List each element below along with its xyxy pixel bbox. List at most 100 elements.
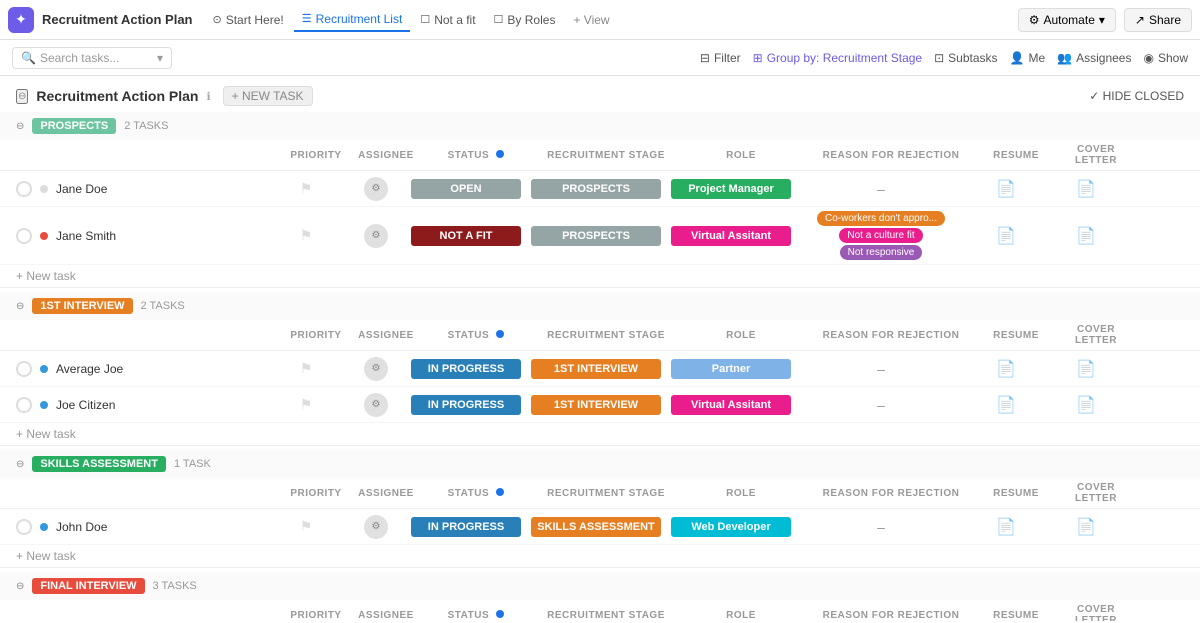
group-collapse-skills[interactable]: ⊖ [16,459,24,470]
task-rejection: – [796,517,966,537]
show-icon: ◉ [1143,51,1153,65]
info-icon[interactable]: ℹ [206,90,210,103]
task-rejection: – [796,179,966,199]
group-prospects: ⊖ PROSPECTS 2 TASKS PRIORITY ASSIGNEE ST… [0,112,1200,288]
filter-button[interactable]: ⊟ Filter [700,51,741,65]
new-task-link[interactable]: + New task [16,549,76,563]
resume-icon[interactable]: 📄 [996,179,1016,199]
automate-button[interactable]: ⚙ Automate ▾ [1018,8,1116,32]
task-assignee[interactable]: ⚙ [346,515,406,539]
assignees-button[interactable]: 👥 Assignees [1057,51,1131,65]
col-headers-prospects: PRIORITY ASSIGNEE STATUS RECRUITMENT STA… [0,140,1200,171]
role-badge: Web Developer [671,517,791,537]
priority-icon: ⚑ [300,227,313,244]
status-badge: NOT A FIT [411,226,521,246]
new-task-link[interactable]: + New task [16,427,76,441]
col-role-header: ROLE [676,150,806,161]
task-priority[interactable]: ⚑ [266,396,346,413]
me-button[interactable]: 👤 Me [1010,51,1046,65]
task-resume[interactable]: 📄 [966,359,1046,379]
task-cover-letter[interactable]: 📄 [1046,517,1126,537]
task-cover-letter[interactable]: 📄 [1046,359,1126,379]
tab-start[interactable]: ⊙ Start Here! [204,9,291,31]
task-name[interactable]: John Doe [56,520,266,534]
show-button[interactable]: ◉ Show [1143,51,1188,65]
share-button[interactable]: ↗ Share [1124,8,1192,32]
list-icon: ☰ [302,12,312,25]
task-checkbox[interactable] [16,397,32,413]
task-priority[interactable]: ⚑ [266,227,346,244]
new-task-link[interactable]: + New task [16,269,76,283]
cover-letter-icon[interactable]: 📄 [1076,359,1096,379]
group-collapse-1st-interview[interactable]: ⊖ [16,301,24,312]
cover-letter-icon[interactable]: 📄 [1076,395,1096,415]
col-priority-header: PRIORITY [276,330,356,341]
stage-badge: PROSPECTS [531,226,661,246]
tab-roles-label: By Roles [507,13,555,27]
task-priority[interactable]: ⚑ [266,180,346,197]
task-name[interactable]: Jane Smith [56,229,266,243]
task-resume[interactable]: 📄 [966,517,1046,537]
task-name[interactable]: Joe Citizen [56,398,266,412]
task-resume[interactable]: 📄 [966,395,1046,415]
role-badge: Partner [671,359,791,379]
task-resume[interactable]: 📄 [966,226,1046,246]
task-cover-letter[interactable]: 📄 [1046,226,1126,246]
rejection-tag: Co-workers don't appro... [817,211,945,226]
tab-start-label: Start Here! [226,13,284,27]
resume-icon[interactable]: 📄 [996,517,1016,537]
task-cover-letter[interactable]: 📄 [1046,179,1126,199]
cover-letter-icon[interactable]: 📄 [1076,517,1096,537]
search-placeholder: Search tasks... [40,51,119,65]
task-stage: PROSPECTS [526,226,666,246]
task-assignee[interactable]: ⚙ [346,224,406,248]
resume-icon[interactable]: 📄 [996,395,1016,415]
stage-badge: 1ST INTERVIEW [531,359,661,379]
col-rejection-header: REASON FOR REJECTION [806,330,976,341]
cover-letter-icon[interactable]: 📄 [1076,226,1096,246]
task-checkbox[interactable] [16,361,32,377]
group-tag-prospects: PROSPECTS [32,118,116,134]
group-count-final: 3 TASKS [153,580,197,592]
group-final: ⊖ FINAL INTERVIEW 3 TASKS PRIORITY ASSIG… [0,572,1200,621]
assignees-icon: 👥 [1057,51,1072,65]
collapse-all-button[interactable]: ⊖ [16,89,28,104]
tab-by-roles[interactable]: ☐ By Roles [486,9,564,31]
resume-icon[interactable]: 📄 [996,226,1016,246]
table-row: Average Joe ⚑ ⚙ IN PROGRESS 1ST INTERVIE… [0,351,1200,387]
group-by-button[interactable]: ⊞ Group by: Recruitment Stage [753,51,922,65]
task-stage: 1ST INTERVIEW [526,359,666,379]
task-priority[interactable]: ⚑ [266,518,346,535]
task-checkbox[interactable] [16,181,32,197]
tab-not-fit[interactable]: ☐ Not a fit [412,9,483,31]
search-box[interactable]: 🔍 Search tasks... ▾ [12,47,172,69]
group-collapse-final[interactable]: ⊖ [16,581,24,592]
task-checkbox[interactable] [16,228,32,244]
task-assignee[interactable]: ⚙ [346,357,406,381]
group-collapse-prospects[interactable]: ⊖ [16,121,24,132]
col-rejection-header: REASON FOR REJECTION [806,610,976,621]
resume-icon[interactable]: 📄 [996,359,1016,379]
add-view-button[interactable]: + View [565,9,617,31]
role-badge: Virtual Assitant [671,226,791,246]
col-priority-header: PRIORITY [276,610,356,621]
task-name[interactable]: Average Joe [56,362,266,376]
task-resume[interactable]: 📄 [966,179,1046,199]
subtasks-button[interactable]: ⊡ Subtasks [934,51,997,65]
toolbar-right: ⊟ Filter ⊞ Group by: Recruitment Stage ⊡… [700,51,1188,65]
groupby-icon: ⊞ [753,51,763,65]
group-1st-interview: ⊖ 1ST INTERVIEW 2 TASKS PRIORITY ASSIGNE… [0,292,1200,446]
cover-letter-icon[interactable]: 📄 [1076,179,1096,199]
task-name[interactable]: Jane Doe [56,182,266,196]
task-checkbox[interactable] [16,519,32,535]
task-assignee[interactable]: ⚙ [346,393,406,417]
task-priority[interactable]: ⚑ [266,360,346,377]
task-assignee[interactable]: ⚙ [346,177,406,201]
hide-closed-button[interactable]: ✓ HIDE CLOSED [1089,89,1184,103]
table-row: Jane Doe ⚑ ⚙ OPEN PROSPECTS Project Mana… [0,171,1200,207]
tab-recruitment-list[interactable]: ☰ Recruitment List [294,8,411,32]
rejection-dash: – [877,519,885,535]
task-cover-letter[interactable]: 📄 [1046,395,1126,415]
col-stage-header: RECRUITMENT STAGE [536,610,676,621]
new-task-button[interactable]: + NEW TASK [223,86,313,106]
